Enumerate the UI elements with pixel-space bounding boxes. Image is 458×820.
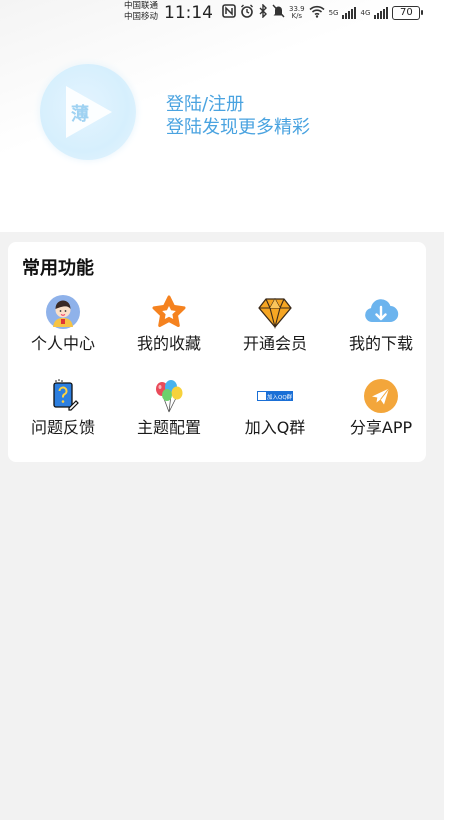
alarm-icon: [240, 4, 254, 22]
section-title: 常用功能: [22, 258, 94, 279]
function-label: 开通会员: [242, 334, 307, 353]
function-label: 我的收藏: [136, 334, 201, 353]
battery-icon: 70: [392, 6, 424, 20]
login-hint[interactable]: 登陆发现更多精彩: [166, 113, 310, 139]
app-avatar[interactable]: 薄: [40, 64, 136, 160]
mute-icon: [272, 4, 285, 22]
status-bar: 中国联通 中国移动 11:14 33.9 K/s 5G 4G 70: [0, 0, 444, 28]
function-join-qq-group[interactable]: 加入QQ群 加入Q群: [225, 378, 325, 448]
wifi-icon: [309, 5, 325, 22]
carrier-1: 中国联通: [124, 1, 159, 11]
common-functions-card: 常用功能 个人中心 我的收藏 开通会员 我的下载 问题反馈 主题配置 加入QQ群…: [8, 242, 426, 462]
carrier-2: 中国移动: [124, 12, 159, 22]
user-avatar-icon: [45, 294, 81, 330]
net-4g-label: 4G: [360, 9, 371, 17]
status-time: 11:14: [164, 3, 213, 23]
status-icons: 33.9 K/s 5G 4G 70: [222, 3, 424, 22]
star-icon: [151, 294, 187, 330]
profile-header: 中国联通 中国移动 11:14 33.9 K/s 5G 4G 70 薄 登陆/注…: [0, 0, 444, 232]
net-5g-label: 5G: [328, 9, 339, 17]
function-my-downloads[interactable]: 我的下载: [331, 294, 431, 364]
function-label: 主题配置: [136, 418, 201, 437]
screen-edge: [444, 0, 458, 820]
cloud-download-icon: [363, 294, 399, 330]
mine-page: 中国联通 中国移动 11:14 33.9 K/s 5G 4G 70 薄 登陆/注…: [0, 0, 444, 820]
function-label: 加入Q群: [244, 418, 306, 437]
signal-4g-icon: [374, 7, 389, 19]
bluetooth-icon: [258, 3, 268, 22]
function-label: 我的下载: [348, 334, 413, 353]
qq-badge-text: 加入QQ群: [267, 393, 293, 401]
balloons-icon: [151, 378, 187, 414]
avatar-logo-glyph: 薄: [71, 104, 89, 125]
signal-5g-icon: [342, 7, 357, 19]
function-feedback[interactable]: 问题反馈: [13, 378, 113, 448]
nfc-icon: [222, 4, 236, 22]
function-label: 问题反馈: [30, 418, 95, 437]
function-personal-center[interactable]: 个人中心: [13, 294, 113, 364]
function-label: 分享APP: [349, 418, 413, 437]
function-open-membership[interactable]: 开通会员: [225, 294, 325, 364]
diamond-icon: [257, 294, 293, 330]
feedback-icon: [45, 378, 81, 414]
function-label: 个人中心: [30, 334, 95, 353]
function-share-app[interactable]: 分享APP: [331, 378, 431, 448]
join-qq-group-icon: 加入QQ群: [257, 378, 293, 414]
network-speed: 33.9 K/s: [289, 6, 305, 20]
speed-unit: K/s: [291, 12, 303, 20]
share-plane-icon: [363, 378, 399, 414]
function-theme-config[interactable]: 主题配置: [119, 378, 219, 448]
carrier-names: 中国联通 中国移动: [124, 1, 158, 23]
function-my-favorites[interactable]: 我的收藏: [119, 294, 219, 364]
